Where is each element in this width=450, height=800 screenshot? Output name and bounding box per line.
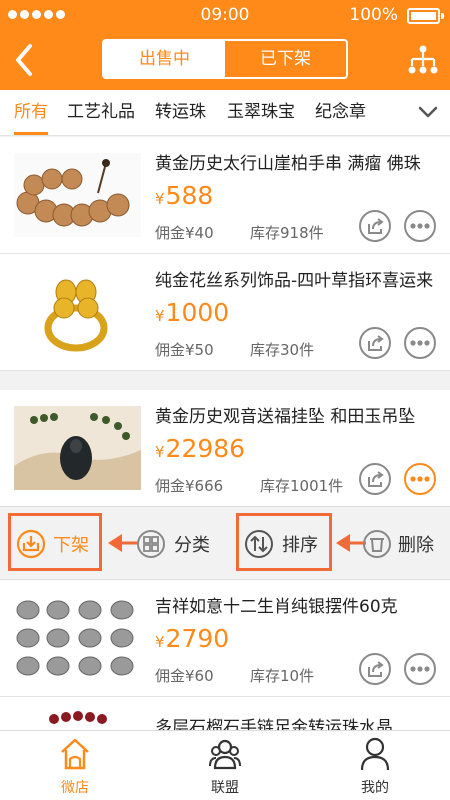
product-stock: 库存918件 xyxy=(250,224,324,242)
nav-mine-label: 我的 xyxy=(361,780,389,796)
status-bar: 09:00 100% xyxy=(0,0,450,32)
category-tree-button[interactable] xyxy=(408,44,438,76)
product-item[interactable]: 纯金花丝系列饰品-四叶草指环喜运来 ¥1000 佣金¥50 库存30件 xyxy=(0,254,450,370)
more-button[interactable] xyxy=(404,653,436,685)
product-commission: 佣金¥666 xyxy=(155,477,224,495)
tabs-expand-button[interactable] xyxy=(416,102,440,122)
delete-button[interactable]: 删除 xyxy=(360,507,450,581)
product-price: ¥588 xyxy=(155,181,214,210)
tab-medals[interactable]: 纪念章 xyxy=(315,90,366,135)
product-commission: 佣金¥60 xyxy=(155,667,214,685)
divider xyxy=(0,370,450,371)
share-icon xyxy=(368,218,384,234)
nav-mine[interactable]: 我的 xyxy=(300,731,450,800)
product-stock: 库存1001件 xyxy=(260,477,344,495)
product-item-selected[interactable]: 黄金历史观音送福挂坠 和田玉吊坠 ¥22986 佣金¥666 库存1001件 xyxy=(0,390,450,506)
tab-crafts-gifts[interactable]: 工艺礼品 xyxy=(67,90,135,135)
product-item[interactable]: 多层石榴石手链足金转运珠水晶 xyxy=(0,697,450,730)
share-icon xyxy=(368,661,384,677)
unlist-button[interactable]: 下架 xyxy=(0,507,110,581)
tab-lucky-beads[interactable]: 转运珠 xyxy=(155,90,206,135)
chevron-left-icon xyxy=(16,44,32,76)
product-item[interactable]: 黄金历史太行山崖柏手串 满瘤 佛珠 ¥588 佣金¥40 库存918件 xyxy=(0,137,450,253)
share-icon xyxy=(368,335,384,351)
product-stock: 库存10件 xyxy=(250,667,315,685)
hierarchy-icon xyxy=(408,45,438,74)
category-tabs: 所有 工艺礼品 转运珠 玉翠珠宝 纪念章 xyxy=(0,90,450,136)
product-price: ¥22986 xyxy=(155,434,246,463)
product-commission: 佣金¥40 xyxy=(155,224,214,242)
top-bar: 09:00 100% 出售中 已下架 xyxy=(0,0,450,90)
product-title: 黄金历史观音送福挂坠 和田玉吊坠 xyxy=(155,407,416,426)
unlist-label: 下架 xyxy=(53,535,89,556)
category-button[interactable]: 分类 xyxy=(132,507,232,581)
nav-shop[interactable]: 微店 xyxy=(0,731,150,800)
chevron-down-icon xyxy=(418,106,438,118)
product-title: 纯金花丝系列饰品-四叶草指环喜运来 xyxy=(155,271,434,290)
category-label: 分类 xyxy=(174,535,210,556)
delete-label: 删除 xyxy=(398,535,434,556)
product-stock: 库存30件 xyxy=(250,341,315,359)
item-action-bar: 下架 分类 排序 删除 xyxy=(0,506,450,580)
unlist-icon xyxy=(16,529,46,559)
more-dots-icon xyxy=(410,666,430,672)
nav-shop-label: 微店 xyxy=(61,780,89,796)
more-button-active[interactable] xyxy=(404,463,436,495)
share-icon xyxy=(368,471,384,487)
group-icon xyxy=(209,739,241,770)
more-dots-icon xyxy=(410,223,430,229)
product-item[interactable]: 吉祥如意十二生肖纯银摆件60克 ¥2790 佣金¥60 库存10件 xyxy=(0,580,450,696)
product-title: 黄金历史太行山崖柏手串 满瘤 佛珠 xyxy=(155,154,421,173)
listing-status-switch: 出售中 已下架 xyxy=(102,39,348,79)
bottom-nav: 微店 联盟 我的 xyxy=(0,730,450,800)
product-commission: 佣金¥50 xyxy=(155,341,214,359)
back-button[interactable] xyxy=(10,42,40,78)
category-icon xyxy=(137,530,165,558)
battery-percent: 100% xyxy=(349,5,398,25)
segment-on-sale[interactable]: 出售中 xyxy=(104,41,225,77)
sort-icon xyxy=(245,530,273,558)
tab-all[interactable]: 所有 xyxy=(14,90,48,135)
more-dots-icon xyxy=(410,340,430,346)
product-image-silver-zodiac-figurines xyxy=(14,596,141,680)
nav-alliance[interactable]: 联盟 xyxy=(150,731,300,800)
more-button[interactable] xyxy=(404,210,436,242)
product-image-jade-guanyin-pendant xyxy=(14,406,141,490)
share-button[interactable] xyxy=(359,653,391,685)
more-button[interactable] xyxy=(404,327,436,359)
share-button[interactable] xyxy=(359,210,391,242)
product-price: ¥1000 xyxy=(155,298,230,327)
trash-icon xyxy=(363,530,391,558)
sort-button[interactable]: 排序 xyxy=(236,507,332,581)
product-price: ¥2790 xyxy=(155,624,230,653)
more-dots-icon xyxy=(410,476,430,482)
product-title: 吉祥如意十二生肖纯银摆件60克 xyxy=(155,597,398,616)
sort-label: 排序 xyxy=(282,535,318,556)
share-button[interactable] xyxy=(359,463,391,495)
segment-delisted[interactable]: 已下架 xyxy=(225,41,346,77)
tab-jade-jewelry[interactable]: 玉翠珠宝 xyxy=(227,90,295,135)
profile-icon xyxy=(360,737,390,771)
share-button[interactable] xyxy=(359,327,391,359)
product-image-gold-clover-ring xyxy=(14,270,141,354)
product-title: 多层石榴石手链足金转运珠水晶 xyxy=(155,718,393,730)
product-image-wooden-bead-bracelet xyxy=(14,153,141,237)
shop-icon xyxy=(61,738,89,770)
battery-icon xyxy=(407,8,444,24)
product-image-garnet-bracelet xyxy=(14,711,141,730)
nav-alliance-label: 联盟 xyxy=(211,780,239,796)
